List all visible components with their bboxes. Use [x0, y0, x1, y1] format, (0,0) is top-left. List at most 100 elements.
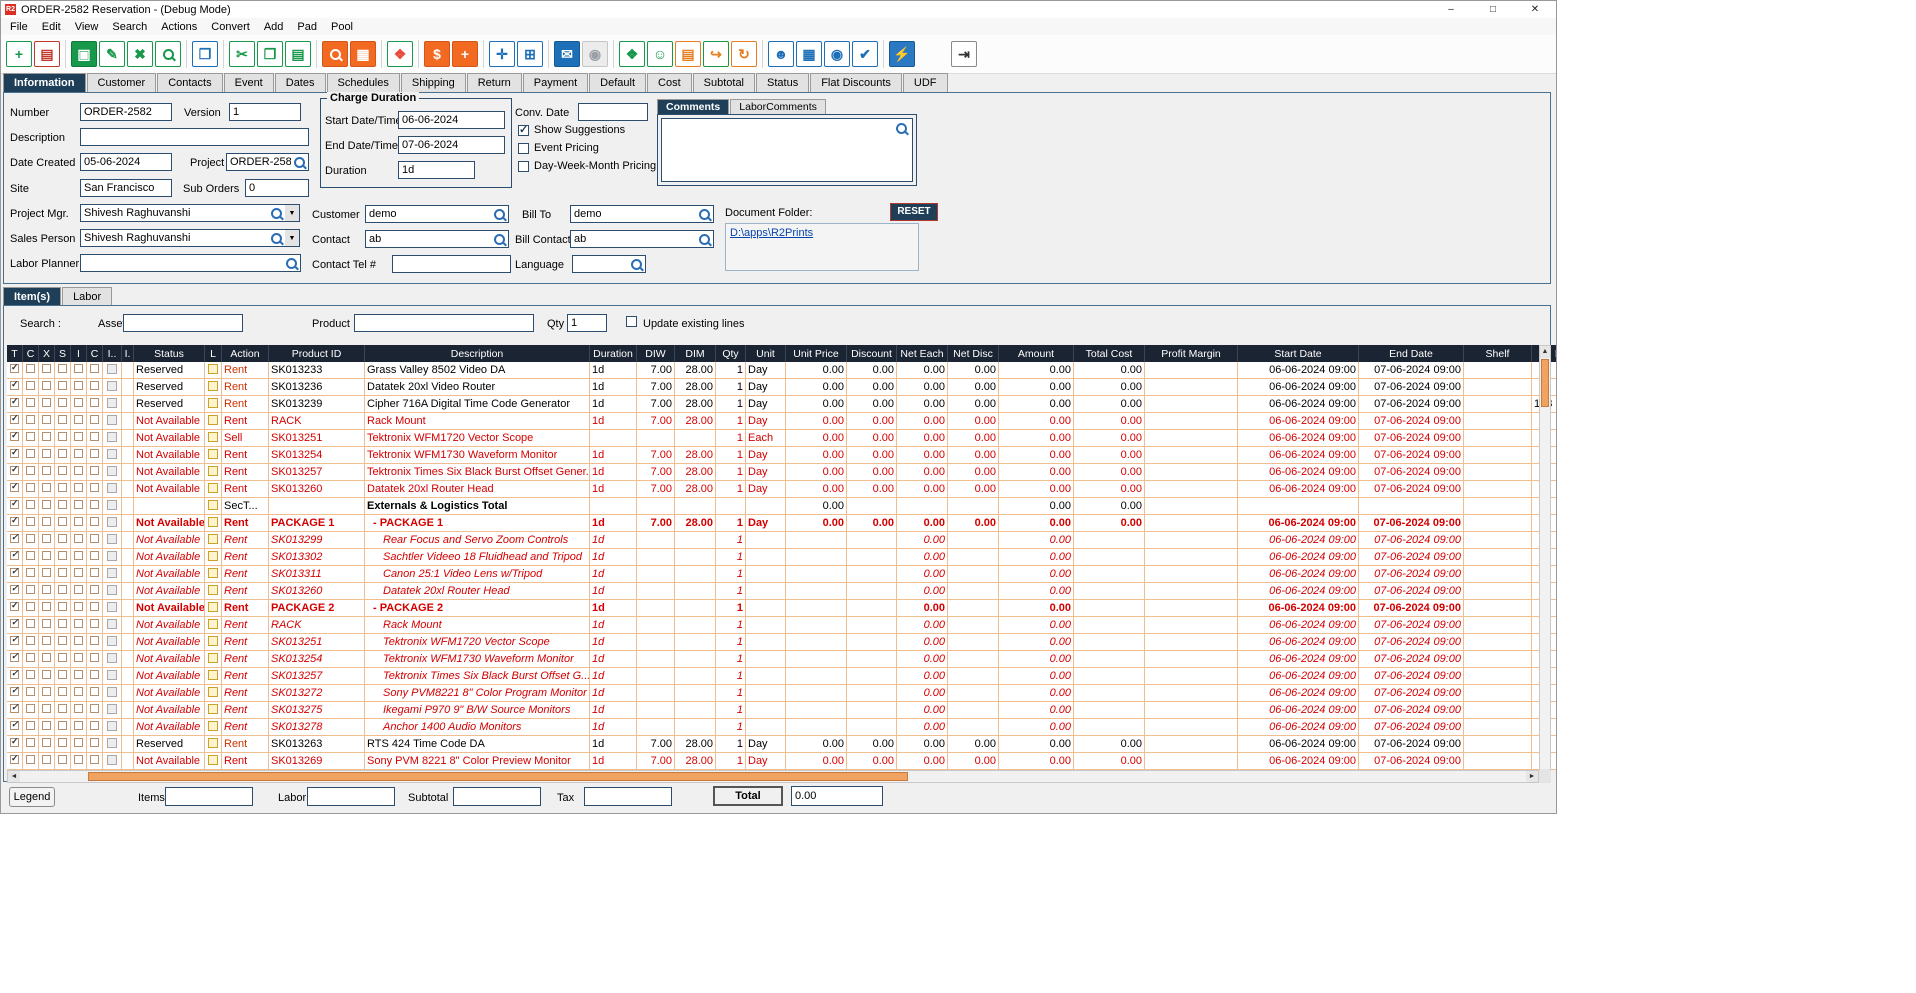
- row-checkbox[interactable]: [26, 534, 35, 543]
- grid-col-10-action[interactable]: Action: [222, 345, 269, 362]
- checkbox[interactable]: [518, 161, 529, 172]
- grid-col-0-t[interactable]: T: [7, 345, 23, 362]
- row-checkbox[interactable]: [42, 551, 51, 560]
- flash-icon[interactable]: ⚡: [889, 41, 915, 67]
- table-row[interactable]: Not AvailableRentSK013269Sony PVM 8221 8…: [7, 753, 1557, 770]
- search-icon[interactable]: [271, 208, 282, 219]
- version-input[interactable]: [230, 106, 300, 118]
- row-checkbox[interactable]: [90, 517, 99, 526]
- table-row[interactable]: Not AvailableRentSK013251Tektronix WFM17…: [7, 634, 1557, 651]
- minimize-button[interactable]: –: [1430, 2, 1472, 18]
- row-checkbox[interactable]: [26, 721, 35, 730]
- qty-input[interactable]: [568, 317, 606, 329]
- contact-tel-input[interactable]: [393, 258, 510, 270]
- grid-col-4-i[interactable]: I: [71, 345, 87, 362]
- tab-contacts[interactable]: Contacts: [157, 73, 222, 92]
- row-checkbox[interactable]: [42, 449, 51, 458]
- row-checkbox[interactable]: [26, 636, 35, 645]
- grid-col-27-shelf[interactable]: Shelf: [1464, 345, 1532, 362]
- row-checkbox[interactable]: [58, 364, 67, 373]
- row-checkbox[interactable]: [74, 381, 83, 390]
- number-input[interactable]: [81, 106, 171, 118]
- new-order-icon[interactable]: +: [6, 41, 32, 67]
- menu-file[interactable]: File: [3, 20, 35, 34]
- project-mgr-input[interactable]: [81, 207, 271, 219]
- row-checkbox[interactable]: [10, 636, 19, 645]
- row-checkbox[interactable]: [74, 364, 83, 373]
- tab-shipping[interactable]: Shipping: [401, 73, 466, 92]
- row-checkbox[interactable]: [58, 636, 67, 645]
- tab-flat-discounts[interactable]: Flat Discounts: [810, 73, 902, 92]
- tab-event[interactable]: Event: [224, 73, 274, 92]
- row-checkbox[interactable]: [58, 755, 67, 764]
- shipping-truck-icon[interactable]: ▦: [796, 41, 822, 67]
- row-checkbox[interactable]: [74, 568, 83, 577]
- row-checkbox[interactable]: [10, 534, 19, 543]
- add-items-icon[interactable]: +: [452, 41, 478, 67]
- save-icon[interactable]: ▣: [71, 41, 97, 67]
- row-checkbox[interactable]: [26, 551, 35, 560]
- table-row[interactable]: Not AvailableRentSK013257Tektronix Times…: [7, 668, 1557, 685]
- search-items-icon[interactable]: [322, 41, 348, 67]
- footer-tax-input[interactable]: [585, 791, 671, 803]
- grid-col-6-i[interactable]: I..: [103, 345, 122, 362]
- copy-order-icon[interactable]: ❐: [192, 41, 218, 67]
- row-checkbox[interactable]: [90, 704, 99, 713]
- camera-disabled-icon[interactable]: ◉: [582, 41, 608, 67]
- grid-col-8-status[interactable]: Status: [134, 345, 205, 362]
- row-checkbox[interactable]: [58, 415, 67, 424]
- row-checkbox[interactable]: [26, 415, 35, 424]
- row-checkbox[interactable]: [90, 568, 99, 577]
- row-checkbox[interactable]: [26, 585, 35, 594]
- table-row[interactable]: SecT...Externals & Logistics Total0.000.…: [7, 498, 1557, 515]
- grid-col-13-duration[interactable]: Duration: [590, 345, 637, 362]
- edit-icon[interactable]: ✎: [99, 41, 125, 67]
- row-checkbox[interactable]: [74, 721, 83, 730]
- option-event-pricing[interactable]: Event Pricing: [518, 139, 656, 157]
- row-checkbox[interactable]: [58, 398, 67, 407]
- row-checkbox[interactable]: [10, 364, 19, 373]
- grid-col-22-amount[interactable]: Amount: [999, 345, 1074, 362]
- product-input[interactable]: [355, 317, 533, 329]
- row-checkbox[interactable]: [10, 721, 19, 730]
- start-date-input[interactable]: [399, 114, 504, 126]
- vertical-scroll-thumb[interactable]: [1541, 359, 1549, 407]
- row-checkbox[interactable]: [26, 517, 35, 526]
- site-input[interactable]: [81, 182, 171, 194]
- row-checkbox[interactable]: [42, 670, 51, 679]
- row-checkbox[interactable]: [90, 585, 99, 594]
- row-checkbox[interactable]: [74, 619, 83, 628]
- row-checkbox[interactable]: [10, 483, 19, 492]
- option-day-week-month-pricing[interactable]: Day-Week-Month Pricing: [518, 157, 656, 175]
- bill-to-input[interactable]: [571, 208, 699, 220]
- search-icon[interactable]: [631, 259, 642, 270]
- horizontal-scrollbar[interactable]: ◄ ►: [7, 770, 1539, 783]
- tab-dates[interactable]: Dates: [275, 73, 326, 92]
- delete-icon[interactable]: ✖: [127, 41, 153, 67]
- sales-person-dropdown[interactable]: ▼: [285, 229, 300, 247]
- row-checkbox[interactable]: [26, 653, 35, 662]
- row-checkbox[interactable]: [10, 398, 19, 407]
- row-checkbox[interactable]: [58, 602, 67, 611]
- option-show-suggestions[interactable]: Show Suggestions: [518, 121, 656, 139]
- row-checkbox[interactable]: [42, 636, 51, 645]
- tab-udf[interactable]: UDF: [903, 73, 948, 92]
- language-input[interactable]: [573, 258, 631, 270]
- row-checkbox[interactable]: [58, 585, 67, 594]
- search-icon[interactable]: [155, 41, 181, 67]
- row-checkbox[interactable]: [42, 415, 51, 424]
- row-checkbox[interactable]: [90, 551, 99, 560]
- row-checkbox[interactable]: [74, 500, 83, 509]
- row-checkbox[interactable]: [10, 704, 19, 713]
- row-checkbox[interactable]: [90, 721, 99, 730]
- history-icon[interactable]: ↻: [731, 41, 757, 67]
- row-checkbox[interactable]: [90, 364, 99, 373]
- tab-status[interactable]: Status: [756, 73, 809, 92]
- row-checkbox[interactable]: [90, 432, 99, 441]
- tab-subtotal[interactable]: Subtotal: [693, 73, 755, 92]
- row-checkbox[interactable]: [26, 755, 35, 764]
- row-checkbox[interactable]: [74, 687, 83, 696]
- row-checkbox[interactable]: [26, 602, 35, 611]
- table-row[interactable]: Not AvailableRentRACKRack Mount1d10.000.…: [7, 617, 1557, 634]
- row-checkbox[interactable]: [42, 466, 51, 475]
